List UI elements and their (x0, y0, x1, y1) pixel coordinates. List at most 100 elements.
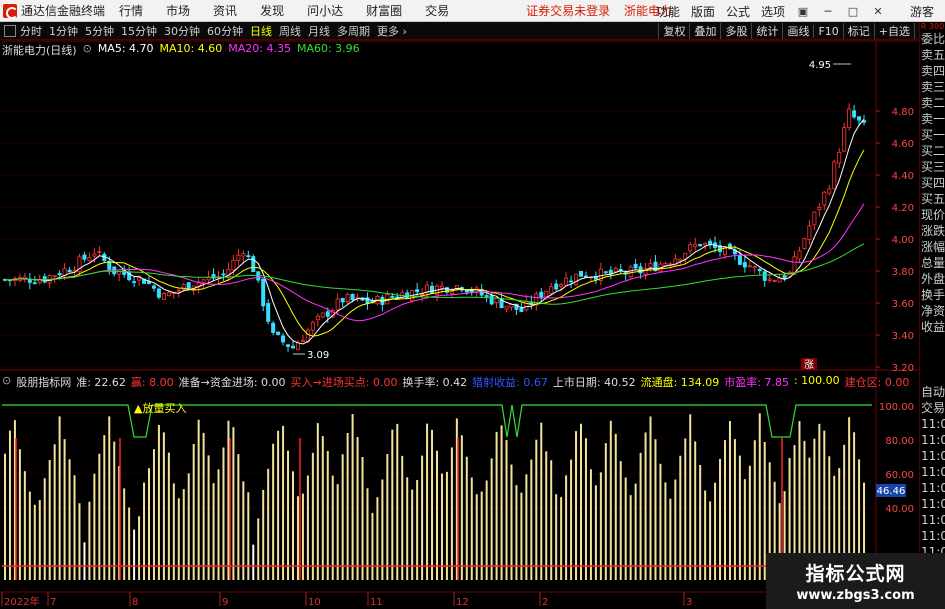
candle-body (708, 240, 713, 245)
side-item[interactable]: 卖二 (920, 95, 945, 111)
side-item[interactable]: 买一 (920, 127, 945, 143)
price-tick-label: 4.40 (892, 171, 914, 182)
side-item[interactable]: 卖五 (920, 47, 945, 63)
candle-body (807, 225, 812, 240)
candle-body (603, 271, 608, 274)
side-item[interactable]: 买三 (920, 159, 945, 175)
ind-jiancang: 建仓区: 0.00 (844, 376, 910, 389)
candle-body (797, 250, 802, 260)
candle-body (648, 263, 653, 268)
side-item[interactable]: 涨跌 (920, 223, 945, 239)
low-price-label: 3.09 (307, 350, 329, 361)
candle-body (613, 267, 618, 273)
candle-body (92, 253, 97, 257)
candle-body (156, 288, 161, 298)
candle-body (737, 255, 742, 265)
indicator-settings-icon[interactable]: ⊙ (2, 374, 11, 390)
candle-body (504, 305, 509, 310)
side-item[interactable]: 收益 (920, 319, 945, 335)
ma5-value: MA5: 4.70 (97, 42, 154, 55)
price-tick-label: 3.80 (892, 267, 914, 278)
watermark-url: www.zbgs3.com (796, 588, 915, 603)
side-lower-item: 11:01 (921, 433, 945, 447)
ma5-line (4, 118, 865, 345)
candle-body (747, 265, 752, 268)
candle-body (464, 290, 469, 293)
ma60-value: MA60: 3.96 (296, 42, 360, 55)
x-axis-label: 2022年 (4, 595, 39, 608)
side-item[interactable]: 买四 (920, 175, 945, 191)
side-items: 委比 卖五 卖四 卖三 卖二 卖一 买一 买二 买三 买四 买五 现价 涨跌 涨幅 总量 外盘 换手 净资 收益 (920, 31, 945, 335)
side-item[interactable]: 卖四 (920, 63, 945, 79)
candle-body (688, 244, 693, 252)
indicator-name[interactable]: 股朋指标网 (16, 374, 71, 390)
candle-body (271, 322, 276, 333)
candles (3, 103, 867, 352)
ma-settings-icon[interactable]: ⊙ (83, 42, 92, 58)
candle-body (847, 108, 852, 128)
candle-body (315, 315, 320, 321)
ind-huanshou: 换手率: 0.42 (402, 376, 468, 389)
side-item[interactable]: 现价 (920, 207, 945, 223)
candle-body (842, 127, 847, 152)
candle-body (151, 285, 156, 289)
indicator-step-line (2, 404, 872, 438)
candle-body (822, 191, 827, 206)
side-item[interactable]: 卖一 (920, 111, 945, 127)
candle-body (857, 116, 862, 121)
candle-body (554, 283, 559, 290)
candle-body (583, 275, 588, 278)
candle-body (221, 273, 226, 276)
candle-body (628, 266, 633, 278)
candle-body (832, 161, 837, 190)
watermark-title: 指标公式网 (805, 563, 906, 585)
price-tick-label: 3.40 (892, 331, 914, 342)
side-item[interactable]: 总量 (920, 255, 945, 271)
candle-body (310, 321, 315, 331)
side-lower-item: 11:01 (921, 449, 945, 463)
candle-body (32, 282, 37, 285)
candle-body (186, 282, 191, 291)
signal-label: ▲放量买入 (134, 401, 186, 415)
side-lower-item: 11:01 (921, 497, 945, 511)
candle-body (320, 312, 325, 318)
candle-body (524, 300, 529, 311)
candle-body (762, 271, 767, 281)
indicator-tick-label: 80.00 (885, 436, 914, 447)
candle-body (509, 304, 514, 308)
candle-body (430, 285, 435, 294)
candle-body (817, 206, 822, 211)
candle-body (782, 275, 787, 279)
candle-body (97, 251, 102, 253)
current-value-label: 46.46 (877, 486, 906, 497)
candle-body (683, 252, 688, 260)
side-item[interactable]: 净资 (920, 303, 945, 319)
side-item[interactable]: 换手 (920, 287, 945, 303)
candle-body (246, 255, 251, 258)
candle-body (837, 151, 842, 164)
side-item[interactable]: 卖三 (920, 79, 945, 95)
candle-body (241, 253, 246, 257)
candle-body (251, 256, 256, 273)
side-item[interactable]: 外盘 (920, 271, 945, 287)
side-lower-item[interactable]: 交易 (920, 400, 945, 416)
candle-body (52, 275, 57, 278)
candle-body (767, 278, 772, 281)
ind-mairu: 买入→进场买点: 0.00 (290, 376, 398, 389)
candle-body (117, 271, 122, 275)
candle-body (574, 273, 579, 286)
side-item[interactable]: 涨幅 (920, 239, 945, 255)
side-lower-item: 11:01 (921, 417, 945, 431)
side-header[interactable]: R 300 (920, 22, 945, 31)
candle-body (439, 285, 444, 289)
side-lower-item[interactable]: 自动 (920, 384, 945, 400)
chart-canvas[interactable]: 4.80 4.60 4.40 4.20 4.00 3.80 3.60 3.40 3.20 100.… (0, 0, 919, 609)
candle-body (852, 110, 857, 118)
candle-body (67, 269, 72, 273)
side-item[interactable]: 买五 (920, 191, 945, 207)
side-item[interactable]: 委比 (920, 31, 945, 47)
side-item[interactable]: 买二 (920, 143, 945, 159)
candle-body (276, 331, 281, 335)
candle-body (345, 294, 350, 302)
high-price-label: 4.95 (809, 60, 831, 71)
